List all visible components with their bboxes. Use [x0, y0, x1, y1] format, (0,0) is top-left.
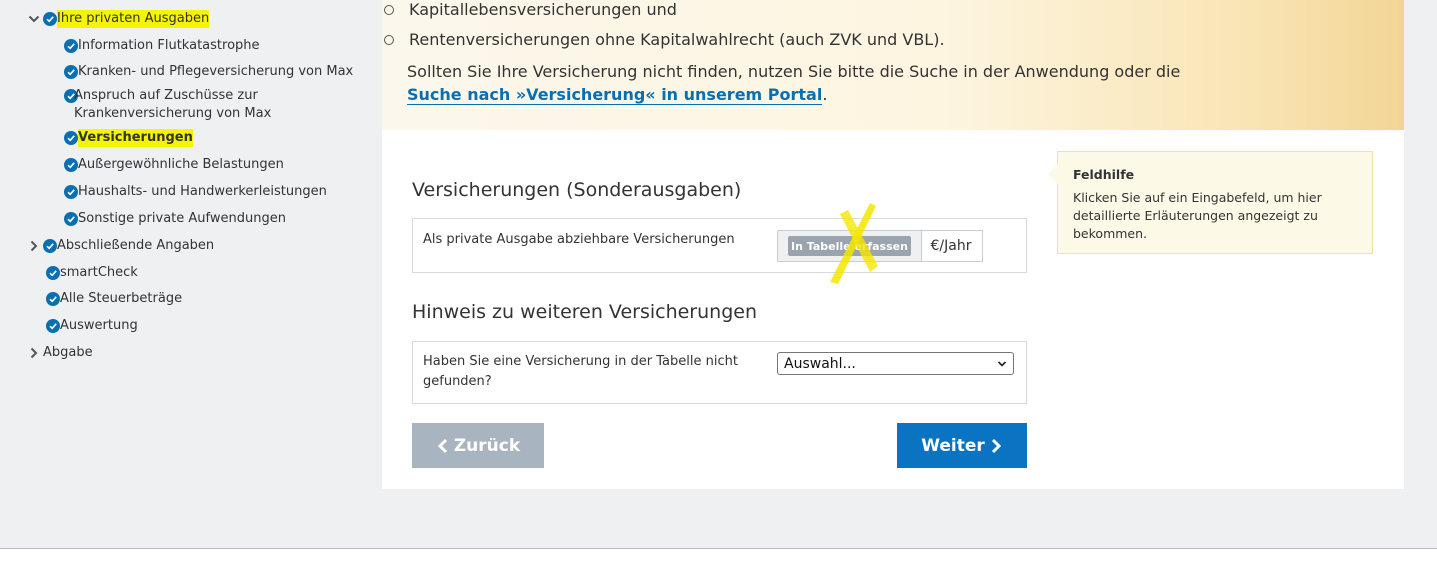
- sidebar-item-label: Ihre privaten Ausgaben: [57, 10, 210, 28]
- field-help-box: Feldhilfe Klicken Sie auf ein Eingabefel…: [1048, 151, 1373, 254]
- sidebar-item-label: Versicherungen: [78, 129, 193, 147]
- sidebar-item-label: smartCheck: [60, 265, 138, 280]
- list-item: Kapitallebensversicherungen und: [384, 0, 677, 19]
- field-label: Als private Ausgabe abziehbare Versicher…: [423, 232, 735, 247]
- sidebar-item-haushalts-handwerkerleistungen[interactable]: Haushalts- und Handwerkerleistungen: [64, 183, 327, 201]
- sidebar-item-abschliessende-angaben[interactable]: Abschließende Angaben: [27, 237, 214, 255]
- sidebar-item-zuschuesse-krankenversicherung[interactable]: Anspruch auf Zuschüsse zur Krankenversic…: [64, 87, 304, 123]
- field-label: Haben Sie eine Versicherung in der Tabel…: [423, 354, 738, 389]
- unit-label: €/Jahr: [920, 230, 983, 262]
- chevron-down-icon[interactable]: [27, 12, 41, 26]
- chevron-right-icon: [991, 438, 1001, 453]
- check-icon: [64, 185, 78, 199]
- bullet-icon: [384, 34, 394, 45]
- sidebar-item-label: Abschließende Angaben: [57, 238, 215, 253]
- sidebar-item-smartcheck[interactable]: smartCheck: [46, 264, 138, 282]
- footer: [0, 549, 1437, 584]
- sidebar-item-kranken-pflegeversicherung[interactable]: Kranken- und Pflegeversicherung von Max: [64, 63, 353, 81]
- sidebar-item-versicherungen[interactable]: Versicherungen: [64, 129, 193, 147]
- sidebar-item-label: Auswertung: [60, 318, 138, 333]
- sidebar-item-label: Kranken- und Pflegeversicherung von Max: [78, 64, 354, 79]
- portal-search-link[interactable]: Suche nach »Versicherung« in unserem Por…: [407, 85, 823, 105]
- check-icon: [43, 239, 57, 253]
- check-icon: [43, 12, 57, 26]
- bullet-text: Kapitallebensversicherungen und: [409, 0, 677, 19]
- sidebar-item-abgabe[interactable]: Abgabe: [27, 344, 93, 362]
- sidebar-item-information-flutkatastrophe[interactable]: Information Flutkatastrophe: [64, 37, 260, 55]
- check-icon: [64, 39, 78, 53]
- sidebar-item-label: Außergewöhnliche Belastungen: [78, 157, 284, 172]
- help-text: Klicken Sie auf ein Eingabefeld, um hier…: [1073, 190, 1322, 241]
- next-button[interactable]: Weiter: [897, 423, 1027, 468]
- sidebar-item-auswertung[interactable]: Auswertung: [46, 317, 138, 335]
- check-icon: [64, 65, 78, 79]
- back-button-label: Zurück: [453, 435, 521, 456]
- bullet-text: Rentenversicherungen ohne Kapitalwahlrec…: [409, 30, 945, 49]
- sidebar-item-label: Abgabe: [43, 345, 93, 360]
- list-item: Rentenversicherungen ohne Kapitalwahlrec…: [384, 30, 945, 49]
- sidebar-item-aussergewoehnliche-belastungen[interactable]: Außergewöhnliche Belastungen: [64, 156, 284, 174]
- chevron-right-icon[interactable]: [27, 346, 41, 360]
- next-button-label: Weiter: [921, 435, 985, 456]
- sidebar-item-sonstige-private-aufwendungen[interactable]: Sonstige private Aufwendungen: [64, 210, 286, 228]
- info-text: Sollten Sie Ihre Versicherung nicht find…: [407, 60, 1227, 106]
- chevron-left-icon: [437, 438, 447, 453]
- sidebar-item-alle-steuerbetraege[interactable]: Alle Steuerbeträge: [46, 290, 182, 308]
- back-button[interactable]: Zurück: [412, 423, 544, 468]
- info-text-part: Sollten Sie Ihre Versicherung nicht find…: [407, 62, 1181, 81]
- help-title: Feldhilfe: [1073, 167, 1135, 182]
- section-title-versicherungen: Versicherungen (Sonderausgaben): [412, 179, 742, 201]
- chevron-right-icon[interactable]: [27, 239, 41, 253]
- sidebar-item-label: Anspruch auf Zuschüsse zur Krankenversic…: [74, 88, 272, 121]
- sidebar-item-label: Sonstige private Aufwendungen: [78, 211, 286, 226]
- check-icon: [64, 158, 78, 172]
- sidebar-item-label: Haushalts- und Handwerkerleistungen: [78, 184, 327, 199]
- info-banner: Kapitallebensversicherungen und Rentenve…: [382, 0, 1404, 130]
- sidebar-navigation: Ihre privaten Ausgaben Information Flutk…: [0, 0, 380, 548]
- form-row-versicherungen: Als private Ausgabe abziehbare Versicher…: [412, 218, 1027, 273]
- form-row-hinweis: Haben Sie eine Versicherung in der Tabel…: [412, 341, 1027, 404]
- table-input-wrapper: In Tabelle erfassen: [777, 230, 922, 262]
- chevron-down-icon: [997, 361, 1007, 367]
- check-icon: [64, 131, 78, 145]
- sidebar-item-label: Alle Steuerbeträge: [60, 291, 183, 306]
- versicherung-select[interactable]: Auswahl...: [777, 352, 1014, 375]
- check-icon: [46, 266, 60, 280]
- in-tabelle-erfassen-button[interactable]: In Tabelle erfassen: [788, 236, 911, 256]
- select-value: Auswahl...: [784, 355, 856, 372]
- section-title-hinweis: Hinweis zu weiteren Versicherungen: [412, 301, 757, 323]
- help-pointer: [1048, 164, 1058, 184]
- check-icon: [46, 319, 60, 333]
- check-icon: [46, 292, 60, 306]
- bullet-icon: [384, 4, 394, 15]
- sidebar-item-label: Information Flutkatastrophe: [78, 38, 260, 53]
- info-text-part: .: [822, 85, 828, 104]
- check-icon: [64, 212, 78, 226]
- sidebar-item-ihre-privaten-ausgaben[interactable]: Ihre privaten Ausgaben: [27, 10, 210, 28]
